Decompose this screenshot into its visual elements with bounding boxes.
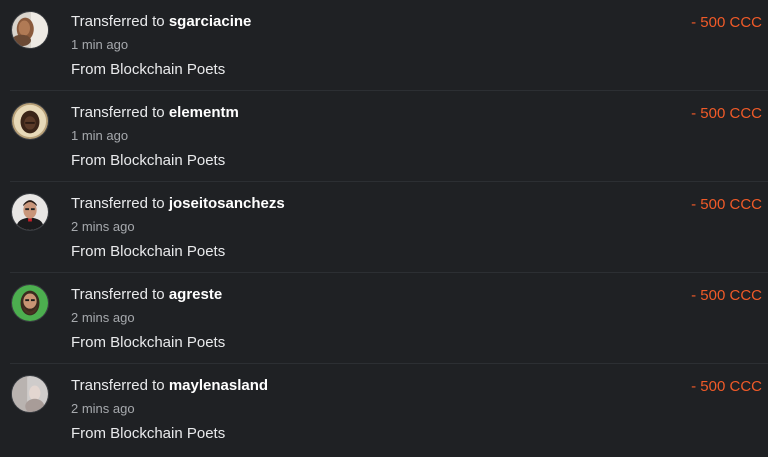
transfer-row[interactable]: Transferred to maylenasland 2 mins ago F…: [0, 364, 768, 457]
transfer-title: Transferred to joseitosanchezs: [71, 195, 285, 212]
transfer-time: 2 mins ago: [71, 219, 135, 234]
transfer-row[interactable]: Transferred to agreste 2 mins ago From B…: [0, 273, 768, 364]
transfer-amount: - 500 CCC: [691, 378, 762, 395]
transfer-title-prefix: Transferred to: [71, 195, 169, 212]
transfer-amount: - 500 CCC: [691, 287, 762, 304]
transfer-title-prefix: Transferred to: [71, 13, 169, 30]
transfer-title-prefix: Transferred to: [71, 377, 169, 394]
avatar[interactable]: [11, 375, 49, 413]
avatar[interactable]: [11, 102, 49, 140]
transfer-list: Transferred to sgarciacine 1 min ago Fro…: [0, 0, 768, 457]
transfer-row[interactable]: Transferred to joseitosanchezs 2 mins ag…: [0, 182, 768, 273]
transfer-title-prefix: Transferred to: [71, 286, 169, 303]
profile-photo-icon: [12, 285, 48, 321]
transfer-title-prefix: Transferred to: [71, 104, 169, 121]
transfer-memo: From Blockchain Poets: [71, 243, 226, 260]
transfer-amount: - 500 CCC: [691, 14, 762, 31]
transfer-amount: - 500 CCC: [691, 105, 762, 122]
transfer-title: Transferred to maylenasland: [71, 377, 268, 394]
recipient-username[interactable]: sgarciacine: [169, 13, 252, 30]
profile-photo-icon: [12, 12, 48, 48]
recipient-username[interactable]: maylenasland: [169, 377, 268, 394]
avatar[interactable]: [11, 193, 49, 231]
profile-photo-icon: [12, 194, 48, 230]
recipient-username[interactable]: agreste: [169, 286, 222, 303]
recipient-username[interactable]: elementm: [169, 104, 239, 121]
transfer-title: Transferred to sgarciacine: [71, 13, 251, 30]
transfer-time: 2 mins ago: [71, 401, 135, 416]
transfer-amount: - 500 CCC: [691, 196, 762, 213]
transfer-memo: From Blockchain Poets: [71, 334, 226, 351]
recipient-username[interactable]: joseitosanchezs: [169, 195, 285, 212]
transfer-memo: From Blockchain Poets: [71, 61, 226, 78]
profile-photo-icon: [12, 376, 48, 412]
profile-photo-icon: [12, 103, 48, 139]
transfer-time: 1 min ago: [71, 37, 129, 52]
transfer-row[interactable]: Transferred to sgarciacine 1 min ago Fro…: [0, 0, 768, 91]
transfer-time: 1 min ago: [71, 128, 129, 143]
transfer-title: Transferred to agreste: [71, 286, 222, 303]
transfer-memo: From Blockchain Poets: [71, 152, 226, 169]
transfer-title: Transferred to elementm: [71, 104, 239, 121]
transfer-memo: From Blockchain Poets: [71, 425, 226, 442]
transfer-time: 2 mins ago: [71, 310, 135, 325]
avatar[interactable]: [11, 11, 49, 49]
transfer-row[interactable]: Transferred to elementm 1 min ago From B…: [0, 91, 768, 182]
avatar[interactable]: [11, 284, 49, 322]
